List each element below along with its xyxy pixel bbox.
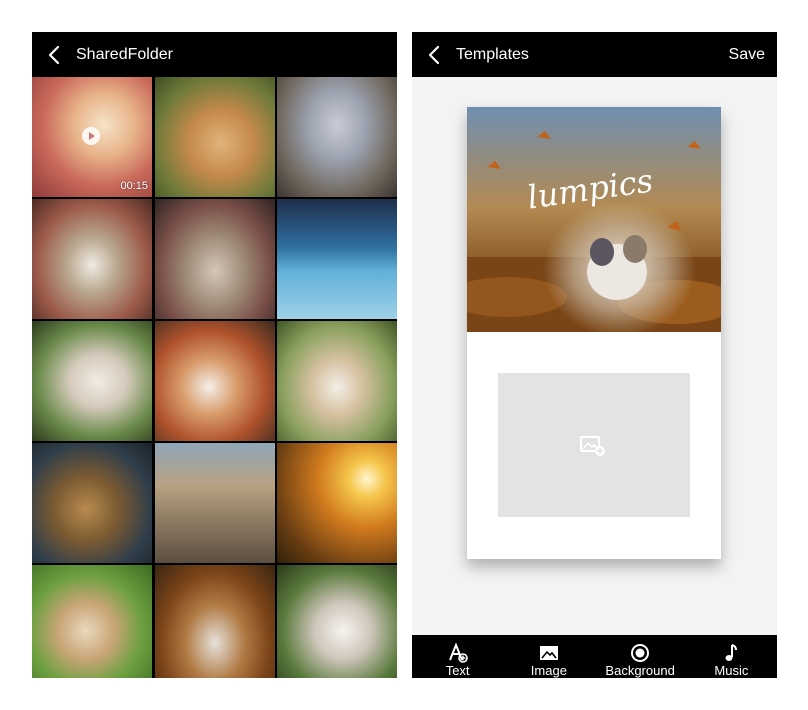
photo-dog-autumn-leaves[interactable]: [154, 565, 275, 678]
screen-title: Templates: [456, 46, 529, 63]
templates-screen: Templates Save lumpics Text Image Backgr…: [412, 32, 777, 678]
back-arrow-icon[interactable]: [46, 44, 64, 66]
top-bar: SharedFolder: [32, 32, 397, 77]
photo-guinea-pig-grass[interactable]: [32, 565, 152, 678]
photo-white-rabbit[interactable]: [32, 321, 152, 441]
background-tool-label: Background: [605, 663, 675, 678]
photo-kittens-basket[interactable]: [154, 199, 275, 319]
background-tool-button[interactable]: Background: [595, 635, 686, 678]
add-image-icon: [580, 436, 605, 456]
image-placeholder[interactable]: [498, 373, 690, 517]
image-tool-button[interactable]: Image: [503, 635, 594, 678]
photo-guinea-pig[interactable]: [277, 321, 397, 441]
editor-toolbar: Text Image Background Music: [412, 635, 777, 678]
template-editor-canvas: lumpics: [412, 77, 777, 635]
background-icon: [631, 644, 650, 662]
music-tool-button[interactable]: Music: [686, 635, 777, 678]
photo-dog-in-costume[interactable]: [277, 77, 397, 197]
text-add-icon: [448, 643, 468, 663]
image-tool-label: Image: [530, 663, 567, 678]
photo-blue-forest-deer[interactable]: [277, 199, 397, 319]
autumn-dog-photo: [467, 107, 721, 332]
photo-white-bunny[interactable]: [277, 565, 397, 678]
image-icon: [539, 646, 558, 660]
video-duration: 00:15: [120, 180, 148, 192]
screen-title: SharedFolder: [76, 46, 173, 63]
back-arrow-icon[interactable]: [426, 44, 444, 66]
photo-dogs-group[interactable]: [32, 199, 152, 319]
text-tool-label: Text: [445, 663, 470, 678]
text-tool-button[interactable]: Text: [412, 635, 503, 678]
video-thumbnail[interactable]: 00:15: [32, 77, 152, 197]
save-button[interactable]: Save: [729, 45, 765, 65]
music-tool-label: Music: [714, 663, 749, 678]
template-photo[interactable]: lumpics: [467, 107, 721, 332]
photo-autumn-sunset[interactable]: [277, 443, 397, 563]
play-icon: [82, 127, 100, 145]
top-bar: Templates Save: [412, 32, 777, 77]
shared-folder-screen: SharedFolder 00:15: [32, 32, 397, 678]
template-card: lumpics: [467, 107, 721, 559]
music-note-icon: [725, 644, 738, 661]
photo-cats-on-rocks[interactable]: [154, 443, 275, 563]
photo-red-panda[interactable]: [154, 321, 275, 441]
photo-golden-retriever[interactable]: [154, 77, 275, 197]
media-grid: 00:15: [32, 77, 397, 678]
photo-monkeys[interactable]: [32, 443, 152, 563]
